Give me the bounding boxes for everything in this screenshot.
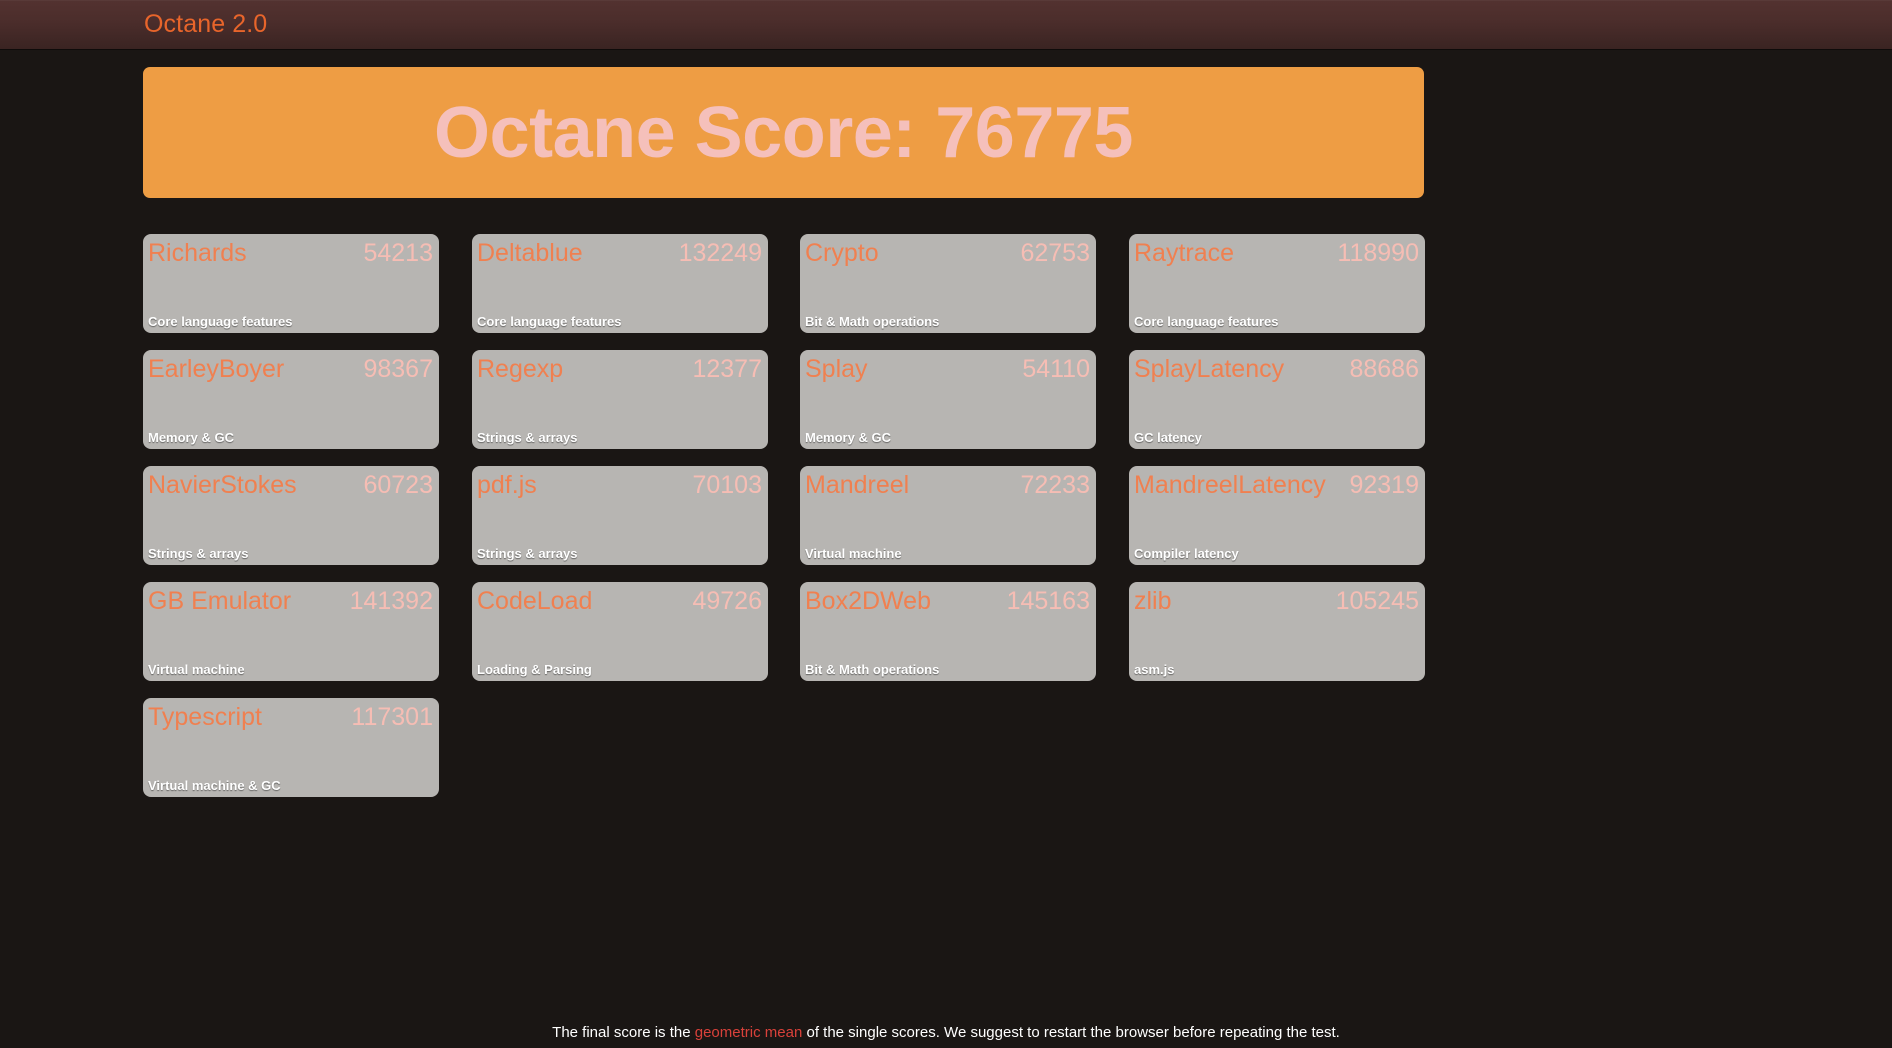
result-card-header: SplayLatency 88686: [1134, 354, 1419, 384]
result-card-description: Strings & arrays: [477, 430, 578, 445]
result-card-score: 12377: [692, 355, 762, 383]
result-card-name: SplayLatency: [1134, 355, 1285, 383]
result-card-name: GB Emulator: [148, 587, 292, 615]
result-card-header: pdf.js 70103: [477, 470, 762, 500]
result-card-header: EarleyBoyer 98367: [148, 354, 433, 384]
result-card-richards[interactable]: Richards 54213 Core language features: [143, 234, 439, 333]
result-card-description: Loading & Parsing: [477, 662, 592, 677]
result-card-splaylatency[interactable]: SplayLatency 88686 GC latency: [1129, 350, 1425, 449]
result-card-deltablue[interactable]: Deltablue 132249 Core language features: [472, 234, 768, 333]
result-card-description: Strings & arrays: [477, 546, 578, 561]
result-card-crypto[interactable]: Crypto 62753 Bit & Math operations: [800, 234, 1096, 333]
footer-text-before: The final score is the: [552, 1024, 695, 1041]
result-card-codeload[interactable]: CodeLoad 49726 Loading & Parsing: [472, 582, 768, 681]
result-card-header: Mandreel 72233: [805, 470, 1090, 500]
result-card-name: pdf.js: [477, 471, 537, 499]
result-card-score: 92319: [1349, 471, 1419, 499]
result-card-header: Raytrace 118990: [1134, 238, 1419, 268]
result-card-name: EarleyBoyer: [148, 355, 285, 383]
result-card-header: Crypto 62753: [805, 238, 1090, 268]
result-card-name: MandreelLatency: [1134, 471, 1326, 499]
result-card-description: Core language features: [148, 314, 293, 329]
result-card-name: Crypto: [805, 239, 879, 267]
result-card-pdfjs[interactable]: pdf.js 70103 Strings & arrays: [472, 466, 768, 565]
result-card-description: Core language features: [1134, 314, 1279, 329]
footer-text-after: of the single scores. We suggest to rest…: [802, 1024, 1340, 1041]
result-card-description: Bit & Math operations: [805, 662, 940, 677]
result-card-header: MandreelLatency 92319: [1134, 470, 1419, 500]
result-card-header: Box2DWeb 145163: [805, 586, 1090, 616]
result-card-description: asm.js: [1134, 662, 1175, 677]
geometric-mean-link[interactable]: geometric mean: [695, 1024, 803, 1041]
result-card-mandreellatency[interactable]: MandreelLatency 92319 Compiler latency: [1129, 466, 1425, 565]
octane-score-banner: Octane Score: 76775: [143, 67, 1424, 198]
result-card-earleyboyer[interactable]: EarleyBoyer 98367 Memory & GC: [143, 350, 439, 449]
result-card-score: 118990: [1337, 239, 1419, 267]
result-card-description: Virtual machine & GC: [148, 778, 281, 793]
result-row: EarleyBoyer 98367 Memory & GC Regexp 123…: [143, 350, 1433, 466]
result-card-mandreel[interactable]: Mandreel 72233 Virtual machine: [800, 466, 1096, 565]
result-card-name: Raytrace: [1134, 239, 1235, 267]
result-card-name: Mandreel: [805, 471, 910, 499]
result-row: Typescript 117301 Virtual machine & GC: [143, 698, 1433, 814]
result-card-name: Typescript: [148, 703, 262, 731]
result-card-header: GB Emulator 141392: [148, 586, 433, 616]
result-card-description: Strings & arrays: [148, 546, 249, 561]
result-card-header: CodeLoad 49726: [477, 586, 762, 616]
result-card-header: Deltablue 132249: [477, 238, 762, 268]
result-card-name: Richards: [148, 239, 247, 267]
result-card-header: Regexp 12377: [477, 354, 762, 384]
result-row: Richards 54213 Core language features De…: [143, 234, 1433, 350]
result-card-score: 145163: [1006, 587, 1090, 615]
result-card-score: 70103: [692, 471, 762, 499]
result-card-name: NavierStokes: [148, 471, 297, 499]
result-card-name: Splay: [805, 355, 868, 383]
result-card-description: Memory & GC: [805, 430, 891, 445]
result-card-raytrace[interactable]: Raytrace 118990 Core language features: [1129, 234, 1425, 333]
result-card-score: 54110: [1022, 355, 1090, 383]
result-card-score: 88686: [1349, 355, 1419, 383]
result-card-header: Richards 54213: [148, 238, 433, 268]
top-navbar: Octane 2.0: [0, 0, 1892, 50]
result-card-score: 98367: [363, 355, 433, 383]
navbar-brand-link[interactable]: Octane 2.0: [144, 9, 267, 39]
result-card-name: Regexp: [477, 355, 564, 383]
result-card-description: Compiler latency: [1134, 546, 1239, 561]
result-card-score: 60723: [363, 471, 433, 499]
result-card-score: 54213: [363, 239, 433, 267]
result-card-header: zlib 105245: [1134, 586, 1419, 616]
benchmark-results-grid: Richards 54213 Core language features De…: [143, 234, 1433, 814]
result-card-typescript[interactable]: Typescript 117301 Virtual machine & GC: [143, 698, 439, 797]
footer-note: The final score is the geometric mean of…: [0, 1023, 1892, 1043]
result-card-score: 117301: [351, 703, 433, 731]
result-card-box2dweb[interactable]: Box2DWeb 145163 Bit & Math operations: [800, 582, 1096, 681]
result-card-description: Bit & Math operations: [805, 314, 940, 329]
result-card-regexp[interactable]: Regexp 12377 Strings & arrays: [472, 350, 768, 449]
result-card-header: NavierStokes 60723: [148, 470, 433, 500]
result-card-score: 72233: [1020, 471, 1090, 499]
result-row: GB Emulator 141392 Virtual machine CodeL…: [143, 582, 1433, 698]
result-card-description: Memory & GC: [148, 430, 234, 445]
result-card-zlib[interactable]: zlib 105245 asm.js: [1129, 582, 1425, 681]
result-card-description: Virtual machine: [805, 546, 902, 561]
result-card-score: 49726: [692, 587, 762, 615]
result-card-gb-emulator[interactable]: GB Emulator 141392 Virtual machine: [143, 582, 439, 681]
result-card-header: Splay 54110: [805, 354, 1090, 384]
result-card-score: 105245: [1335, 587, 1419, 615]
result-card-description: Virtual machine: [148, 662, 245, 677]
result-card-name: Deltablue: [477, 239, 583, 267]
result-card-score: 141392: [349, 587, 433, 615]
result-card-navierstokes[interactable]: NavierStokes 60723 Strings & arrays: [143, 466, 439, 565]
result-card-description: GC latency: [1134, 430, 1202, 445]
result-card-description: Core language features: [477, 314, 622, 329]
result-row: NavierStokes 60723 Strings & arrays pdf.…: [143, 466, 1433, 582]
result-card-score: 62753: [1020, 239, 1090, 267]
result-card-name: CodeLoad: [477, 587, 593, 615]
result-card-name: zlib: [1134, 587, 1172, 615]
result-card-name: Box2DWeb: [805, 587, 931, 615]
result-card-splay[interactable]: Splay 54110 Memory & GC: [800, 350, 1096, 449]
octane-score-text: Octane Score: 76775: [434, 92, 1133, 173]
result-card-header: Typescript 117301: [148, 702, 433, 732]
result-card-score: 132249: [678, 239, 762, 267]
